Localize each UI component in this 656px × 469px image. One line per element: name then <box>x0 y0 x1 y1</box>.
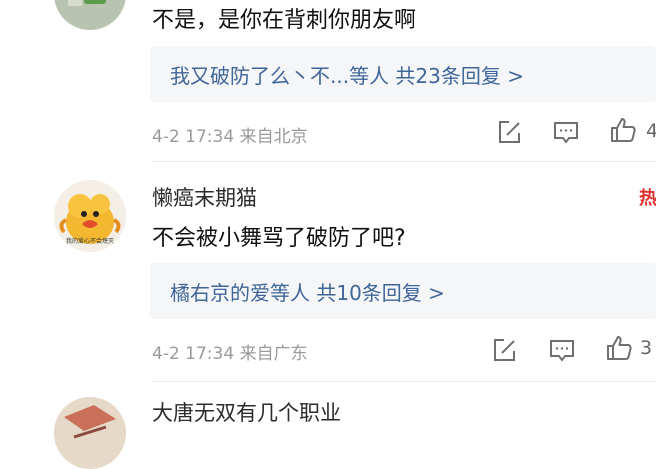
avatar-caption: 我的爱心不会熄灭 <box>65 238 114 245</box>
comment-item-1: 不是，是你在背刺你朋友啊 我又破防了么丶不...等人 共23条回复 > 4-2 … <box>0 0 656 170</box>
comment-icon[interactable] <box>551 117 581 147</box>
username[interactable]: 懒癌末期猫 <box>152 182 257 212</box>
reply-summary[interactable]: 橘右京的爱等人 共10条回复 > <box>150 263 656 319</box>
reply-summary[interactable]: 我又破防了么丶不...等人 共23条回复 > <box>150 46 656 102</box>
avatar[interactable] <box>54 397 126 469</box>
avatar[interactable] <box>54 0 126 30</box>
edit-icon[interactable] <box>494 117 524 147</box>
thumbs-up-icon[interactable] <box>608 115 638 145</box>
hot-badge: 热 <box>639 188 656 209</box>
comment-icon[interactable] <box>547 335 577 365</box>
reply-link[interactable]: 橘右京的爱等人 共10条回复 > <box>170 277 445 306</box>
comment-item-3: 大唐无双有几个职业 <box>0 385 656 469</box>
avatar[interactable]: 我的爱心不会熄灭 <box>54 180 126 252</box>
thumbs-up-icon[interactable] <box>604 333 634 363</box>
comment-meta: 4-2 17:34 来自北京 <box>152 127 308 147</box>
comment-item-2: 我的爱心不会熄灭 懒癌末期猫 热 不会被小舞骂了破防了吧? 橘右京的爱等人 共1… <box>0 170 656 380</box>
comment-meta: 4-2 17:34 来自广东 <box>152 344 308 364</box>
divider <box>152 381 656 382</box>
comment-text: 不会被小舞骂了破防了吧? <box>152 226 406 251</box>
username[interactable]: 大唐无双有几个职业 <box>152 397 341 427</box>
like-count-partial: 4 <box>646 120 656 142</box>
reply-link[interactable]: 我又破防了么丶不...等人 共23条回复 > <box>170 60 524 89</box>
like-count: 3 <box>640 337 653 359</box>
edit-icon[interactable] <box>489 335 519 365</box>
divider <box>152 161 656 162</box>
comment-text: 不是，是你在背刺你朋友啊 <box>152 8 417 33</box>
